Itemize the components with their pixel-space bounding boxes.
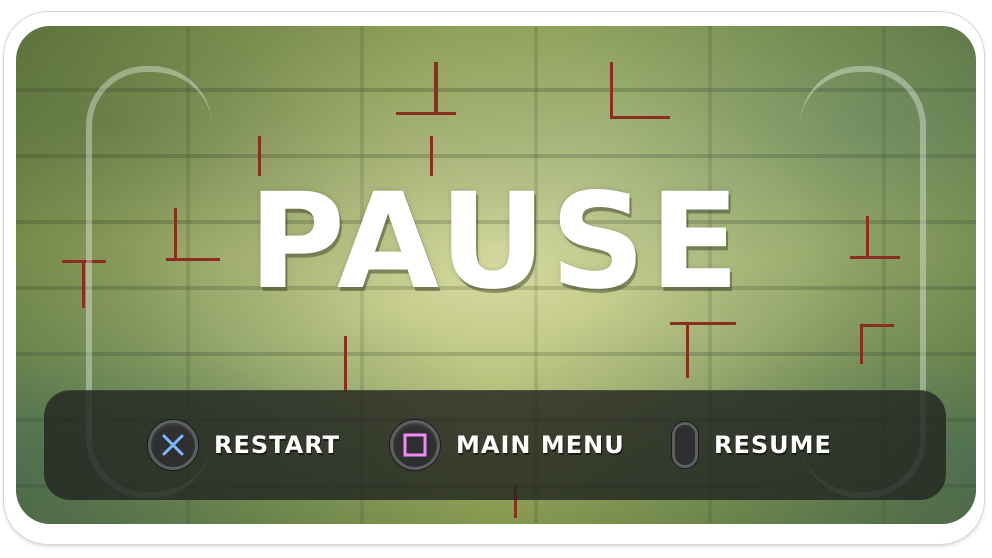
pause-screen: PAUSE RESTART MAIN MENU RESUME (16, 26, 976, 524)
graffiti-mark (434, 62, 438, 112)
graffiti-mark (396, 112, 456, 115)
square-button-icon[interactable] (390, 420, 440, 470)
graffiti-mark (610, 116, 670, 119)
restart-label: RESTART (214, 431, 341, 459)
main-menu-label: MAIN MENU (456, 431, 625, 459)
pause-title: PAUSE (248, 165, 744, 319)
graffiti-mark (686, 322, 689, 378)
resume-label: RESUME (714, 431, 832, 459)
graffiti-mark (670, 322, 736, 325)
resume-action[interactable]: RESUME (672, 418, 832, 472)
controls-bar: RESTART MAIN MENU RESUME (44, 390, 946, 500)
cross-button-icon[interactable] (148, 420, 198, 470)
options-button-icon[interactable] (672, 422, 698, 468)
restart-action[interactable]: RESTART (148, 418, 340, 472)
graffiti-mark (344, 336, 347, 392)
main-menu-action[interactable]: MAIN MENU (390, 418, 625, 472)
graffiti-mark (610, 62, 613, 118)
